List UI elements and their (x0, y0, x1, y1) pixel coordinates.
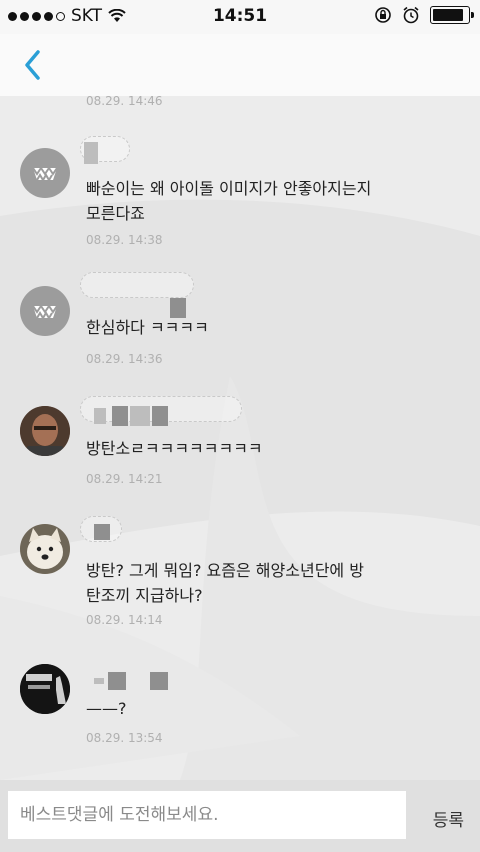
user-photo-icon[interactable] (20, 406, 70, 456)
status-right (374, 6, 474, 24)
comment-timestamp: 08.29. 14:36 (86, 352, 163, 366)
redacted-name (150, 672, 168, 690)
battery-icon (430, 6, 474, 24)
comment-input[interactable] (8, 791, 406, 839)
redacted-name (94, 678, 104, 684)
redacted-name (152, 406, 168, 426)
comment-timestamp: 08.29. 14:46 (86, 96, 163, 108)
redacted-name (84, 142, 98, 164)
comment-text: ——? (86, 699, 127, 718)
comment-timestamp: 08.29. 13:54 (86, 731, 163, 745)
grin-face-icon[interactable] (20, 148, 70, 198)
redacted-name (94, 524, 110, 540)
rotation-lock-icon (375, 7, 391, 23)
comment-text: 방탄? 그게 뭐임? 요즘은 해양소년단에 방 탄조끼 지급하나? (86, 561, 364, 605)
alarm-clock-icon (403, 6, 419, 24)
status-bar: SKT 14:51 (0, 0, 480, 34)
redacted-name (112, 406, 128, 426)
nav-bar (0, 34, 480, 97)
redacted-name (94, 408, 106, 424)
comment-feed[interactable]: 08.29. 14:46 빠순이는 왜 아이돌 이미지가 안좋아지는지 모른다죠… (0, 96, 480, 780)
comment-timestamp: 08.29. 14:21 (86, 472, 163, 486)
comment-text: 빠순이는 왜 아이돌 이미지가 안좋아지는지 모른다죠 (86, 179, 372, 223)
submit-button[interactable]: 등록 (433, 806, 464, 831)
comment-text: 방탄소ㄹㅋㅋㅋㅋㅋㅋㅋㅋ (86, 439, 263, 458)
username-badge[interactable] (80, 272, 194, 298)
compose-bar: 등록 (0, 780, 480, 852)
chevron-left-icon[interactable] (18, 46, 52, 84)
redacted-name (108, 672, 126, 690)
grin-face-icon[interactable] (20, 286, 70, 336)
poster-photo-icon[interactable] (20, 664, 70, 714)
redacted-name (130, 406, 150, 426)
comment-text: 한심하다 ㅋㅋㅋㅋ (86, 318, 209, 337)
comment-timestamp: 08.29. 14:14 (86, 613, 163, 627)
comment-timestamp: 08.29. 14:38 (86, 233, 163, 247)
dog-photo-icon[interactable] (20, 524, 70, 574)
